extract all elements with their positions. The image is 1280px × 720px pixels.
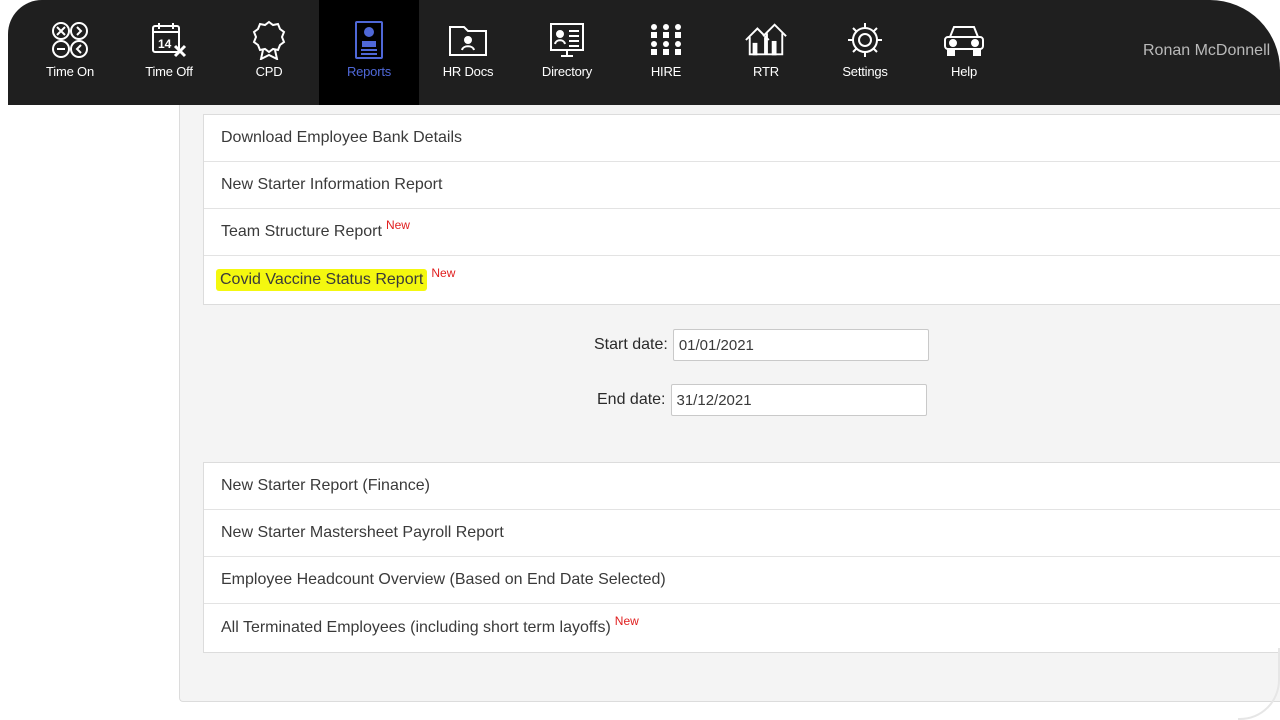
new-badge: New — [385, 218, 410, 232]
screen-corner-decoration — [1238, 648, 1280, 720]
report-row-new-starter-finance[interactable]: New Starter Report (Finance) — [204, 463, 1280, 510]
nav-label: Directory — [541, 64, 593, 79]
nav-label: HIRE — [650, 64, 682, 79]
nav-label: Time Off — [145, 64, 193, 79]
nav-item-hire[interactable]: HIRE — [616, 0, 716, 105]
nav-item-directory[interactable]: Directory — [517, 0, 617, 105]
nav-item-cpd[interactable]: CPD — [219, 0, 319, 105]
nav-item-rtr[interactable]: RTR — [716, 0, 816, 105]
report-row-new-starter-info[interactable]: New Starter Information Report — [204, 162, 1280, 209]
report-row-covid-vaccine[interactable]: Covid Vaccine Status Report New — [204, 256, 1280, 304]
nav-item-time-off[interactable]: 14 Time Off — [119, 0, 219, 105]
report-label[interactable]: Team Structure Report — [221, 223, 382, 241]
gear-icon — [843, 20, 887, 60]
new-badge: New — [614, 614, 639, 628]
report-label[interactable]: New Starter Information Report — [221, 176, 442, 194]
car-icon — [942, 20, 986, 60]
report-label[interactable]: All Terminated Employees (including shor… — [221, 619, 611, 637]
nav-label: RTR — [753, 64, 779, 79]
nav-label: HR Docs — [442, 64, 494, 79]
people-grid-icon — [644, 20, 688, 60]
user-name[interactable]: Ronan McDonnell — [1143, 42, 1270, 60]
nav-label: CPD — [255, 64, 283, 79]
report-label[interactable]: New Starter Mastersheet Payroll Report — [221, 524, 504, 542]
report-label[interactable]: Employee Headcount Overview (Based on En… — [221, 571, 666, 589]
report-label-highlighted[interactable]: Covid Vaccine Status Report — [216, 269, 428, 291]
new-badge: New — [431, 266, 456, 280]
end-date-line: End date: — [597, 384, 927, 416]
nav-label: Settings — [842, 64, 888, 79]
calendar-icon: 14 — [147, 20, 191, 60]
calendar-badge: 14 — [158, 37, 172, 51]
nav-item-reports[interactable]: Reports — [319, 0, 419, 105]
start-date-input[interactable] — [672, 329, 929, 361]
start-date-label: Start date: — [594, 336, 668, 353]
directory-icon — [545, 20, 589, 60]
report-row-team-structure[interactable]: Team Structure Report New — [204, 209, 1280, 256]
end-date-input[interactable] — [670, 384, 927, 416]
reports-icon — [347, 20, 391, 60]
nav-item-time-on[interactable]: Time On — [20, 0, 120, 105]
report-row-mastersheet-payroll[interactable]: New Starter Mastersheet Payroll Report — [204, 510, 1280, 557]
nav-label: Time On — [46, 64, 94, 79]
folder-icon — [446, 20, 490, 60]
award-ribbon-icon — [247, 20, 291, 60]
report-label[interactable]: Download Employee Bank Details — [221, 129, 462, 147]
nav-label: Reports — [346, 64, 392, 79]
reports-list-top: Download Employee Bank Details New Start… — [203, 114, 1280, 305]
report-label[interactable]: New Starter Report (Finance) — [221, 477, 430, 495]
end-date-label: End date: — [597, 391, 666, 408]
nav-label: Help — [951, 64, 977, 79]
nav-item-hr-docs[interactable]: HR Docs — [418, 0, 518, 105]
start-date-line: Start date: — [594, 329, 929, 361]
report-row-headcount-overview[interactable]: Employee Headcount Overview (Based on En… — [204, 557, 1280, 604]
reports-list-bottom: New Starter Report (Finance) New Starter… — [203, 462, 1280, 653]
nav-item-settings[interactable]: Settings — [815, 0, 915, 105]
houses-icon — [744, 20, 788, 60]
time-on-icon — [48, 20, 92, 60]
top-navigation-bar: Time On 14 Time Off CPD Reports HR Docs … — [8, 0, 1280, 105]
nav-item-help[interactable]: Help — [914, 0, 1014, 105]
report-row-terminated-employees[interactable]: All Terminated Employees (including shor… — [204, 604, 1280, 652]
report-row-bank-details[interactable]: Download Employee Bank Details — [204, 115, 1280, 162]
